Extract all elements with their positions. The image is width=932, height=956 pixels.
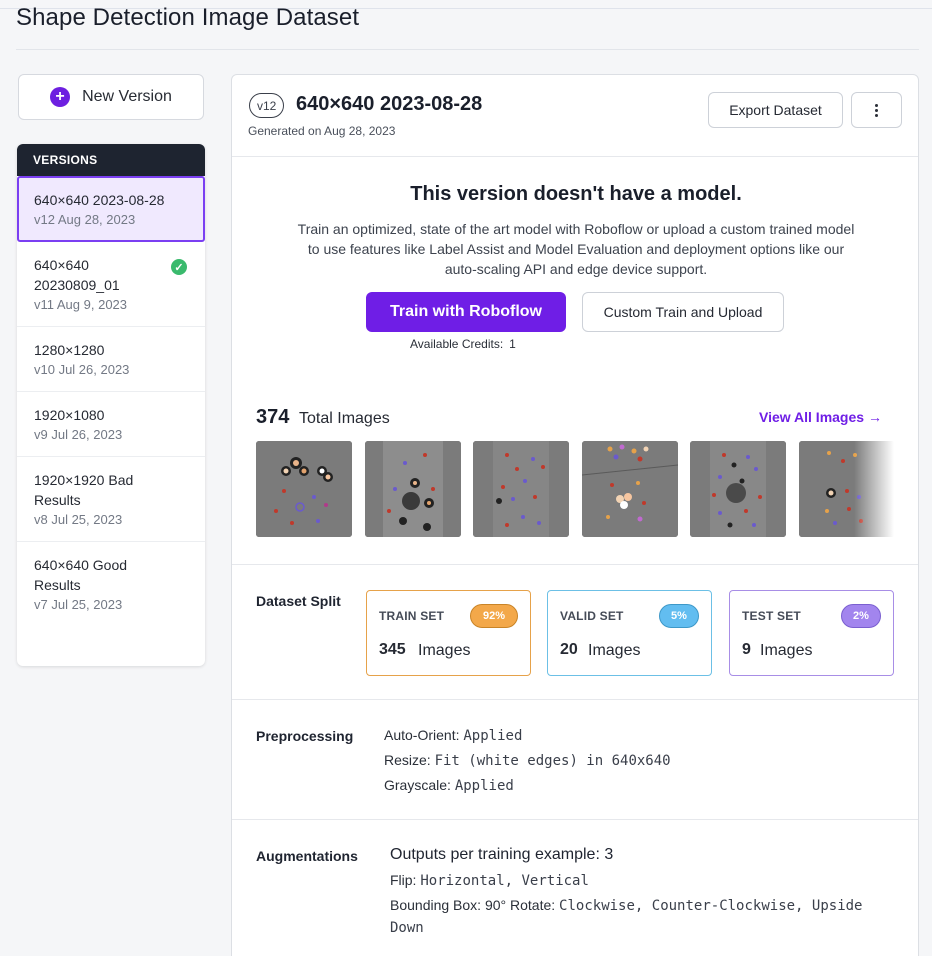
pp-value: Fit (white edges) in 640x640 (434, 753, 671, 769)
train-with-roboflow-button[interactable]: Train with Roboflow (366, 292, 566, 332)
new-version-button[interactable]: + New Version (18, 74, 204, 120)
aug-bbox-rotate: Bounding Box: 90° Rotate: Clockwise, Cou… (390, 895, 890, 939)
pp-key: Auto-Orient: (384, 727, 460, 743)
no-model-description: Train an optimized, state of the art mod… (297, 221, 855, 277)
pp-value: Applied (454, 778, 514, 794)
version-name: 640×640 Good Results (34, 557, 128, 593)
outputs-per-example: Outputs per training example: 3 (390, 846, 614, 863)
dataset-split-label: Dataset Split (256, 593, 341, 609)
available-credits: Available Credits: 1 (410, 337, 516, 351)
aug-value: Clockwise, Counter-Clockwise, Upside (559, 898, 863, 914)
page-title: Shape Detection Image Dataset (16, 4, 360, 31)
check-circle-icon: ✓ (171, 259, 187, 275)
version-meta: v7 Jul 25, 2023 (34, 597, 123, 612)
more-vertical-icon (875, 103, 878, 117)
custom-train-upload-button[interactable]: Custom Train and Upload (582, 292, 784, 332)
version-name: 1280×1280 (34, 342, 105, 358)
new-version-label: New Version (82, 88, 172, 105)
credits-label: Available Credits: (410, 337, 504, 351)
split-name: TEST SET (742, 609, 801, 623)
aug-value-cont: Down (390, 920, 424, 936)
pp-key: Grayscale: (384, 777, 451, 793)
image-thumbnails (256, 441, 894, 537)
version-meta: v12 Aug 28, 2023 (34, 212, 136, 227)
split-unit: Images (588, 642, 641, 659)
version-meta: v9 Jul 26, 2023 (34, 427, 123, 442)
divider (232, 156, 918, 157)
split-percent-badge: 5% (659, 604, 699, 628)
preprocessing-item: Resize: Fit (white edges) in 640x640 (384, 752, 671, 769)
generated-date: Generated on Aug 28, 2023 (248, 124, 396, 138)
valid-set-card[interactable]: VALID SET 5% 20 Images (547, 590, 712, 676)
split-name: TRAIN SET (379, 609, 445, 623)
view-all-images-link[interactable]: View All Images → (759, 409, 882, 425)
version-item-v8[interactable]: 1920×1920 Bad Results v8 Jul 25, 2023 (17, 457, 205, 542)
split-percent-badge: 92% (470, 604, 518, 628)
version-item-v9[interactable]: 1920×1080 v9 Jul 26, 2023 (17, 392, 205, 457)
aug-key: Flip: (390, 872, 417, 888)
no-model-title: This version doesn't have a model. (410, 183, 742, 205)
version-item-v7[interactable]: 640×640 Good Results v7 Jul 25, 2023 (17, 542, 205, 626)
image-thumbnail[interactable] (582, 441, 678, 537)
version-name: 640×640 20230809_01 (34, 257, 120, 293)
version-item-v11[interactable]: 640×640 20230809_01 v11 Aug 9, 2023 ✓ (17, 242, 205, 327)
split-unit: Images (418, 642, 471, 659)
split-count: 20 (560, 641, 578, 658)
version-meta: v8 Jul 25, 2023 (34, 512, 123, 527)
version-pill: v12 (249, 93, 285, 118)
image-thumbnail[interactable] (473, 441, 569, 537)
split-count: 9 (742, 641, 751, 658)
preprocessing-item: Auto-Orient: Applied (384, 727, 522, 744)
version-name: 1920×1080 (34, 407, 105, 423)
divider (232, 699, 918, 700)
preprocessing-item: Grayscale: Applied (384, 777, 514, 794)
pp-value: Applied (463, 728, 523, 744)
version-item-v12[interactable]: 640×640 2023-08-28 v12 Aug 28, 2023 (17, 176, 205, 242)
test-set-card[interactable]: TEST SET 2% 9 Images (729, 590, 894, 676)
preprocessing-label: Preprocessing (256, 728, 354, 744)
thumbnail-fade (854, 441, 894, 537)
version-name: 640×640 2023-08-28 (34, 192, 165, 208)
credits-value: 1 (509, 337, 516, 351)
divider (232, 819, 918, 820)
train-set-card[interactable]: TRAIN SET 92% 345 Images (366, 590, 531, 676)
aug-flip: Flip: Horizontal, Vertical (390, 870, 589, 892)
image-thumbnail[interactable] (256, 441, 352, 537)
aug-value: Horizontal, Vertical (420, 873, 589, 889)
divider (232, 564, 918, 565)
more-options-button[interactable] (851, 92, 902, 128)
split-unit: Images (760, 642, 813, 659)
total-images-label: Total Images (299, 410, 390, 427)
split-count: 345 (379, 641, 406, 658)
image-thumbnail[interactable] (690, 441, 786, 537)
version-meta: v10 Jul 26, 2023 (34, 362, 130, 377)
pp-key: Resize: (384, 752, 431, 768)
split-name: VALID SET (560, 609, 624, 623)
versions-header: VERSIONS (17, 144, 205, 176)
aug-key: Bounding Box: 90° Rotate: (390, 897, 556, 913)
title-divider (16, 49, 919, 50)
version-panel: v12 640×640 2023-08-28 Generated on Aug … (231, 74, 919, 956)
export-dataset-button[interactable]: Export Dataset (708, 92, 843, 128)
split-percent-badge: 2% (841, 604, 881, 628)
augmentations-label: Augmentations (256, 848, 358, 864)
version-meta: v11 Aug 9, 2023 (34, 297, 128, 312)
total-images-count: 374 (256, 406, 290, 428)
version-name: 1920×1920 Bad Results (34, 472, 134, 508)
versions-list: VERSIONS 640×640 2023-08-28 v12 Aug 28, … (17, 144, 205, 666)
version-title: 640×640 2023-08-28 (296, 93, 483, 115)
image-thumbnail[interactable] (365, 441, 461, 537)
version-item-v10[interactable]: 1280×1280 v10 Jul 26, 2023 (17, 327, 205, 392)
plus-circle-icon: + (50, 87, 71, 107)
